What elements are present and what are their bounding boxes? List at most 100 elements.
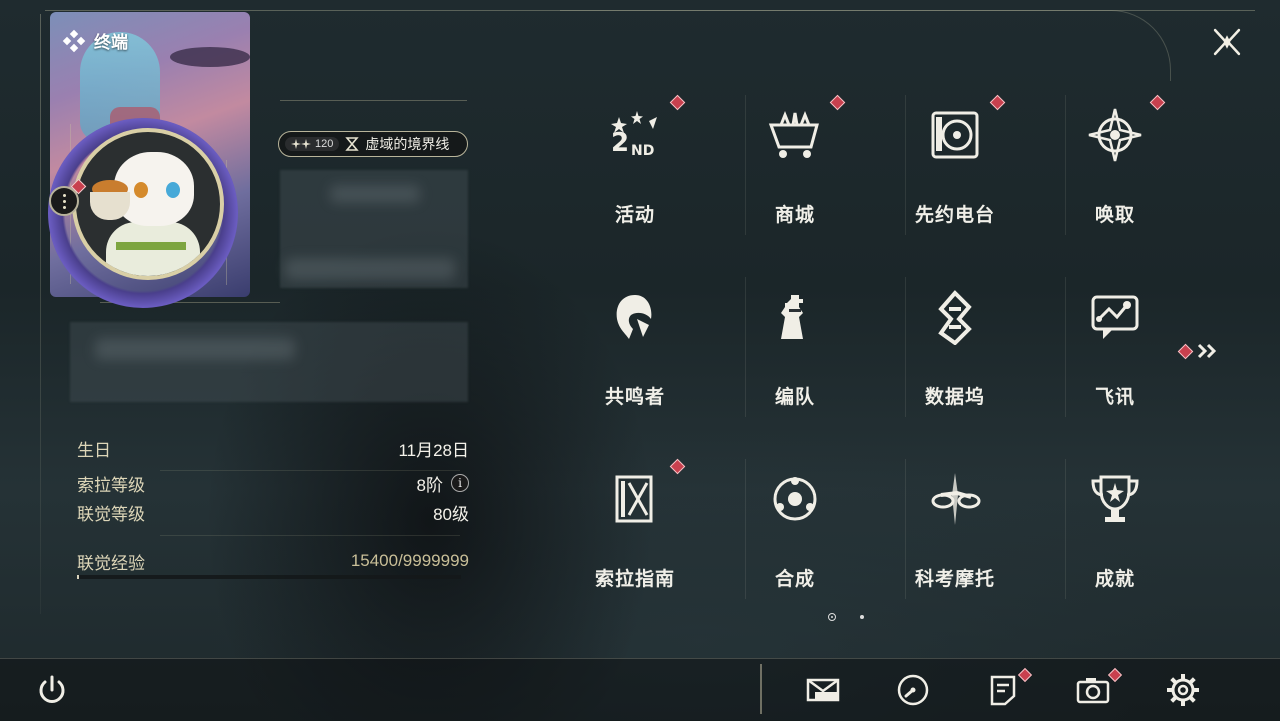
menu-item-label: 活动	[614, 205, 655, 226]
card-art-hat	[170, 47, 250, 67]
mail-button[interactable]	[803, 670, 843, 710]
notification-dot	[1149, 94, 1166, 111]
menu-item-chat[interactable]: 飞讯	[1065, 277, 1165, 427]
stat-value-wrap: 8阶 i	[417, 471, 469, 496]
notice-button[interactable]	[983, 670, 1023, 710]
stat-value: 15400/9999999	[350, 551, 469, 570]
notification-dot	[829, 94, 846, 111]
menu-item-label: 共鸣者	[604, 387, 665, 408]
menu-item-motorcycle[interactable]: 科考摩托	[905, 459, 1005, 609]
page-dot-active[interactable]	[828, 613, 836, 621]
clock-icon	[897, 674, 929, 706]
guidebook-icon	[605, 469, 665, 529]
menu-item-team-chess[interactable]: 编队	[745, 277, 845, 427]
divider	[160, 535, 460, 536]
menu-item-convene[interactable]: 唤取	[1065, 94, 1166, 245]
camera-icon	[1076, 678, 1110, 704]
notice-icon	[990, 675, 1016, 706]
stat-value: 8阶	[416, 475, 443, 495]
camera-button[interactable]	[1073, 670, 1113, 710]
notification-dot	[669, 94, 686, 111]
hourglass-icon	[345, 137, 360, 151]
title-level: 120	[285, 137, 340, 151]
menu-item-label: 数据坞	[924, 387, 985, 408]
stat-value: 80级	[433, 504, 469, 524]
dot	[62, 199, 66, 203]
page-dot[interactable]	[860, 615, 864, 619]
team-chess-icon	[765, 287, 825, 347]
menu-item-label: 编队	[774, 387, 815, 408]
dot	[62, 205, 66, 209]
chat-icon	[1085, 287, 1145, 347]
settings-button[interactable]	[1163, 670, 1203, 710]
card-label-text: 终端	[94, 33, 128, 52]
title-level-value: 120	[315, 138, 334, 150]
stat-label: 索拉等级	[77, 475, 145, 495]
page-indicator	[828, 613, 864, 621]
divider	[280, 100, 467, 101]
stat-birthday: 生日 11月28日	[77, 436, 469, 460]
terminal-diamond-icon	[62, 29, 86, 52]
bottom-separator	[760, 664, 762, 714]
blurred-text	[285, 258, 455, 280]
title-name: 虚域的境界线	[365, 136, 450, 152]
power-button[interactable]	[32, 670, 72, 710]
avatar-body	[106, 222, 200, 276]
power-icon	[39, 675, 65, 703]
menu-item-label: 科考摩托	[914, 569, 995, 590]
stat-union-exp: 联觉经验 15400/9999999	[77, 549, 469, 573]
trophy-icon	[1085, 469, 1145, 529]
menu-item-label: 飞讯	[1094, 387, 1135, 408]
close-x-icon	[1213, 28, 1241, 56]
divider	[160, 470, 460, 471]
menu-item-trophy[interactable]: 成就	[1065, 459, 1165, 609]
double-chevron-right-icon	[1197, 343, 1217, 359]
avatar-eye-left	[134, 182, 148, 198]
blurred-signature-area	[70, 322, 468, 402]
exp-progress-bar	[77, 575, 461, 579]
menu-item-label: 唤取	[1094, 205, 1135, 226]
resonator-icon	[605, 287, 665, 347]
radio-icon	[925, 105, 985, 165]
frame-left-line	[40, 14, 41, 614]
frame-curve	[560, 10, 1171, 81]
menu-item-event-2nd[interactable]: 2 ND 活动	[585, 94, 686, 245]
menu-item-label: 先约电台	[914, 205, 995, 226]
svg-text:2: 2	[611, 128, 629, 158]
menu-item-radio[interactable]: 先约电台	[905, 94, 1006, 245]
blurred-text	[330, 185, 420, 203]
notification-dot	[669, 458, 686, 475]
mail-icon	[806, 678, 840, 702]
next-page-notification-dot	[1177, 343, 1194, 359]
menu-item-guidebook[interactable]: 索拉指南	[585, 458, 686, 609]
menu-item-label: 索拉指南	[594, 569, 675, 590]
stat-label: 联觉等级	[77, 504, 145, 524]
menu-item-shop-cart[interactable]: 商城	[745, 94, 846, 245]
motorcycle-icon	[925, 469, 985, 529]
avatar[interactable]	[72, 128, 224, 280]
menu-item-resonator[interactable]: 共鸣者	[585, 277, 685, 427]
menu-item-label: 成就	[1094, 569, 1135, 590]
blurred-text	[95, 338, 295, 360]
title-badge[interactable]: 120 虚域的境界线	[278, 131, 468, 157]
clock-button[interactable]	[893, 670, 933, 710]
svg-text:ND: ND	[631, 143, 654, 159]
stat-label: 联觉经验	[77, 553, 145, 573]
info-icon[interactable]: i	[451, 474, 469, 492]
next-page-button[interactable]	[1177, 338, 1224, 364]
card-label: 终端	[62, 28, 128, 53]
close-button[interactable]	[1207, 22, 1247, 62]
stat-label: 生日	[77, 440, 111, 460]
menu-item-data-dock[interactable]: 数据坞	[905, 277, 1005, 427]
stat-union-level: 联觉等级 80级	[77, 500, 469, 524]
menu-item-label: 合成	[774, 569, 815, 590]
avatar-eye-right	[166, 182, 180, 198]
event-2nd-icon: 2 ND	[605, 105, 665, 165]
shop-cart-icon	[765, 105, 825, 165]
menu-item-synthesis[interactable]: 合成	[745, 459, 845, 609]
menu-item-label: 商城	[774, 205, 815, 226]
convene-icon	[1085, 105, 1145, 165]
exp-progress-fill	[77, 575, 79, 579]
stat-sola-level: 索拉等级 8阶 i	[77, 471, 469, 495]
notification-dot	[989, 94, 1006, 111]
